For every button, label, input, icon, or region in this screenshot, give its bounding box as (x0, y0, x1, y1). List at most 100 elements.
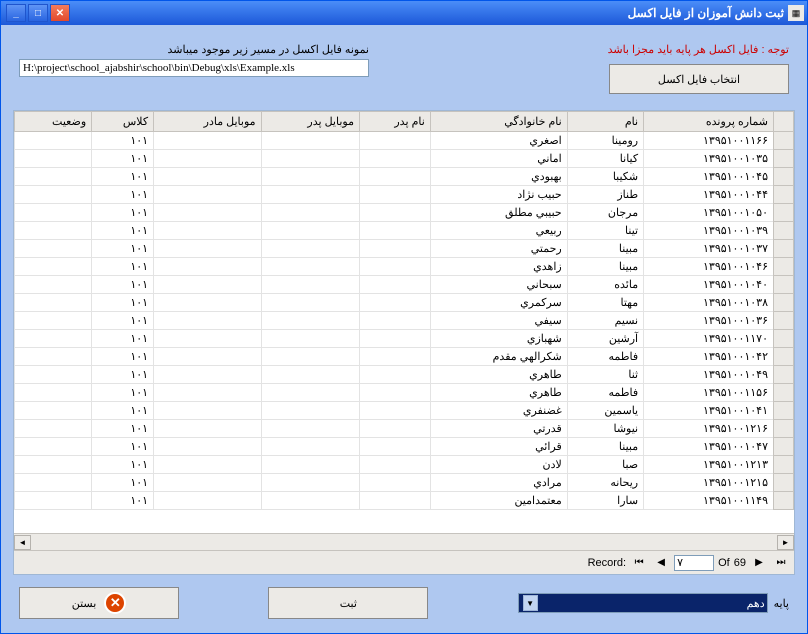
cell[interactable] (154, 366, 261, 384)
cell[interactable] (359, 276, 430, 294)
scroll-right-button[interactable]: ► (777, 535, 794, 550)
cell[interactable] (15, 384, 92, 402)
cell[interactable]: ۱۳۹۵۱۰۰۱۱۷۰ (644, 330, 774, 348)
cell[interactable]: مبینا (567, 438, 643, 456)
cell[interactable]: فاطمه (567, 384, 643, 402)
cell[interactable]: ۱۰۱ (92, 132, 154, 150)
cell[interactable]: شهبازي (430, 330, 567, 348)
table-row[interactable]: ۱۳۹۵۱۰۰۱۰۴۱یاسمینغضنفري۱۰۱ (15, 402, 794, 420)
cell[interactable] (359, 204, 430, 222)
cell[interactable] (154, 132, 261, 150)
cell[interactable]: ۱۳۹۵۱۰۰۱۰۴۴ (644, 186, 774, 204)
cell[interactable]: ۱۳۹۵۱۰۰۱۰۴۱ (644, 402, 774, 420)
cell[interactable]: آرشین (567, 330, 643, 348)
cell[interactable]: صبا (567, 456, 643, 474)
cell[interactable]: معتمدامين (430, 492, 567, 510)
cell[interactable] (15, 330, 92, 348)
cell[interactable]: تینا (567, 222, 643, 240)
cell[interactable] (154, 276, 261, 294)
cell[interactable]: لادن (430, 456, 567, 474)
cell[interactable]: ثنا (567, 366, 643, 384)
cell[interactable] (15, 402, 92, 420)
cell[interactable] (15, 186, 92, 204)
cell[interactable]: ۱۳۹۵۱۰۰۱۰۳۸ (644, 294, 774, 312)
row-header[interactable] (774, 186, 794, 204)
row-header[interactable] (774, 312, 794, 330)
cell[interactable]: ۱۰۱ (92, 312, 154, 330)
table-row[interactable]: ۱۳۹۵۱۰۰۱۱۷۰آرشینشهبازي۱۰۱ (15, 330, 794, 348)
table-row[interactable]: ۱۳۹۵۱۰۰۱۲۱۶نیوشاقدرتي۱۰۱ (15, 420, 794, 438)
row-header[interactable] (774, 276, 794, 294)
cell[interactable]: طاهري (430, 366, 567, 384)
cell[interactable] (15, 312, 92, 330)
scroll-left-button[interactable]: ◄ (14, 535, 31, 550)
row-header[interactable] (774, 474, 794, 492)
cell[interactable]: ۱۰۱ (92, 294, 154, 312)
cell[interactable] (261, 384, 359, 402)
cell[interactable]: ۱۳۹۵۱۰۰۱۲۱۳ (644, 456, 774, 474)
cell[interactable] (15, 456, 92, 474)
cell[interactable]: ۱۰۱ (92, 168, 154, 186)
column-header[interactable]: موبایل مادر (154, 112, 261, 132)
cell[interactable]: ۱۰۱ (92, 258, 154, 276)
cell[interactable]: ۱۳۹۵۱۰۰۱۰۳۶ (644, 312, 774, 330)
cell[interactable] (359, 168, 430, 186)
row-header[interactable] (774, 294, 794, 312)
cell[interactable]: ۱۰۱ (92, 492, 154, 510)
cell[interactable]: سرکمري (430, 294, 567, 312)
row-header[interactable] (774, 348, 794, 366)
cell[interactable] (154, 240, 261, 258)
row-header[interactable] (774, 330, 794, 348)
cell[interactable] (359, 456, 430, 474)
cell[interactable] (359, 420, 430, 438)
cell[interactable]: ۱۰۱ (92, 384, 154, 402)
cell[interactable]: کیانا (567, 150, 643, 168)
cell[interactable] (359, 186, 430, 204)
cell[interactable] (154, 204, 261, 222)
nav-current-input[interactable] (674, 555, 714, 571)
cell[interactable]: طناز (567, 186, 643, 204)
cell[interactable] (15, 366, 92, 384)
cell[interactable]: رحمتي (430, 240, 567, 258)
row-header[interactable] (774, 204, 794, 222)
cell[interactable]: رومینا (567, 132, 643, 150)
cell[interactable] (15, 222, 92, 240)
cell[interactable]: مائده (567, 276, 643, 294)
cell[interactable]: قدرتي (430, 420, 567, 438)
row-header[interactable] (774, 150, 794, 168)
cell[interactable]: ۱۳۹۵۱۰۰۱۲۱۶ (644, 420, 774, 438)
nav-last-button[interactable]: ⏭ (772, 554, 790, 572)
cell[interactable]: ۱۳۹۵۱۰۰۱۰۴۲ (644, 348, 774, 366)
cell[interactable] (15, 168, 92, 186)
cell[interactable]: ۱۳۹۵۱۰۰۱۰۴۷ (644, 438, 774, 456)
table-row[interactable]: ۱۳۹۵۱۰۰۱۰۳۸مهتاسرکمري۱۰۱ (15, 294, 794, 312)
row-header[interactable] (774, 258, 794, 276)
cell[interactable] (15, 150, 92, 168)
cell[interactable]: ربيعي (430, 222, 567, 240)
cell[interactable] (15, 240, 92, 258)
table-row[interactable]: ۱۳۹۵۱۰۰۱۰۴۲فاطمهشکرالهي مقدم۱۰۱ (15, 348, 794, 366)
row-header[interactable] (774, 384, 794, 402)
cell[interactable] (261, 438, 359, 456)
cell[interactable]: ۱۰۱ (92, 186, 154, 204)
row-header[interactable] (774, 420, 794, 438)
cell[interactable]: ریحانه (567, 474, 643, 492)
cell[interactable] (261, 492, 359, 510)
nav-prev-button[interactable]: ◀ (652, 554, 670, 572)
table-row[interactable]: ۱۳۹۵۱۰۰۱۰۳۶نسیمسيفي۱۰۱ (15, 312, 794, 330)
row-header[interactable] (774, 168, 794, 186)
cell[interactable]: ۱۳۹۵۱۰۰۱۰۳۹ (644, 222, 774, 240)
select-file-button[interactable]: انتخاب فایل اکسل (609, 64, 789, 94)
column-header[interactable]: نام خانوادگي (430, 112, 567, 132)
cell[interactable] (154, 438, 261, 456)
cell[interactable] (261, 150, 359, 168)
cell[interactable] (359, 384, 430, 402)
cell[interactable]: حبيب نژاد (430, 186, 567, 204)
cell[interactable]: مرادي (430, 474, 567, 492)
cell[interactable]: ۱۰۱ (92, 366, 154, 384)
cell[interactable] (154, 420, 261, 438)
cell[interactable] (359, 258, 430, 276)
cell[interactable]: ۱۳۹۵۱۰۰۱۱۶۶ (644, 132, 774, 150)
cell[interactable]: ۱۳۹۵۱۰۰۱۰۴۹ (644, 366, 774, 384)
cell[interactable] (154, 312, 261, 330)
